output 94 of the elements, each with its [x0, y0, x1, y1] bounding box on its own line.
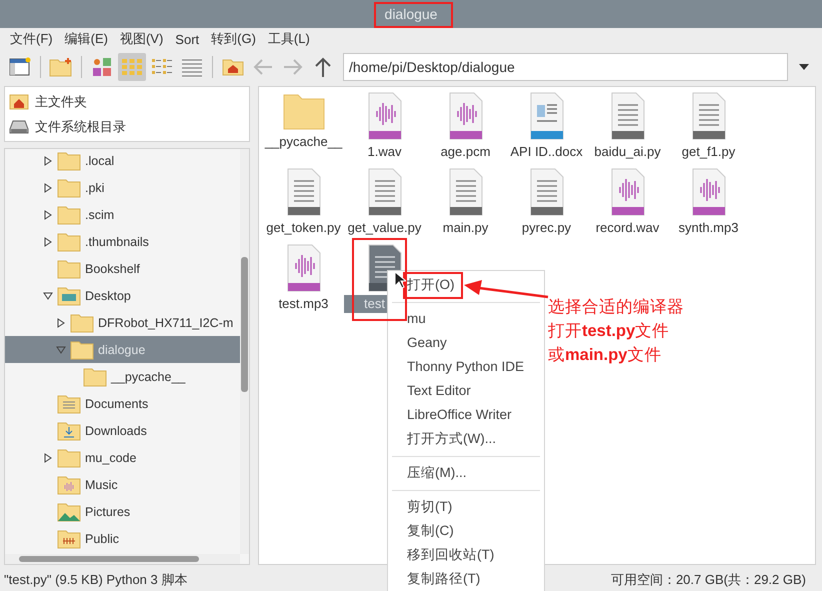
file-item[interactable]: API ID..docx [506, 91, 587, 161]
collapsed-arrow-icon[interactable] [44, 156, 52, 166]
folder-icon [57, 448, 81, 468]
menu-item[interactable]: Sort [169, 32, 206, 46]
context-menu-item[interactable]: Geany [388, 331, 544, 355]
text-file-icon [448, 167, 484, 217]
status-selection-text: "test.py" (9.5 KB) Python 3 脚本 [4, 571, 188, 589]
menu-item[interactable]: 编辑(E) [58, 30, 114, 48]
tree-item[interactable]: Documents [5, 390, 241, 417]
places-item[interactable]: 文件系统根目录 [5, 114, 249, 139]
context-menu-item[interactable]: Thonny Python IDE [388, 355, 544, 379]
text-file-icon [690, 91, 726, 141]
tree-item[interactable]: DFRobot_HX711_I2C-m [5, 309, 241, 336]
menu-item[interactable]: 转到(G) [205, 30, 262, 48]
tree-item[interactable]: .pki [5, 174, 241, 201]
tree-item[interactable]: Bookshelf [5, 255, 241, 282]
forward-arrow-icon [282, 57, 304, 77]
vertical-scrollbar[interactable] [240, 149, 249, 554]
folder-icon [57, 420, 81, 440]
audio-file-icon [448, 91, 484, 141]
folder-icon [57, 474, 81, 494]
tree-item[interactable]: Public [5, 525, 241, 552]
dropdown-caret-icon[interactable] [798, 63, 810, 71]
folder-icon [83, 366, 107, 386]
context-menu-item[interactable]: Text Editor [388, 379, 544, 403]
folder-icon [70, 312, 94, 332]
folder-icon [70, 340, 94, 360]
audio-file-icon [690, 167, 726, 217]
file-item[interactable]: get_token.py [263, 167, 344, 237]
file-item[interactable]: main.py [425, 167, 506, 237]
tree-item[interactable]: Pictures [5, 498, 241, 525]
folder-icon [57, 502, 81, 522]
file-item[interactable]: test.mp3 [263, 243, 344, 313]
file-item[interactable]: record.wav [587, 167, 668, 237]
folder-icon [57, 232, 81, 252]
path-field[interactable]: /home/pi/Desktop/dialogue [343, 53, 788, 81]
annotation-text: 打开test.py文件 [548, 321, 670, 342]
audio-file-icon [286, 243, 322, 293]
file-item[interactable]: 1.wav [344, 91, 425, 161]
drive-icon [9, 118, 29, 134]
collapsed-arrow-icon[interactable] [44, 236, 52, 246]
context-menu-item[interactable]: 打开方式(W)... [388, 427, 544, 451]
context-menu-item[interactable]: 剪切(T) [388, 495, 544, 519]
file-item[interactable]: __pycache__ [263, 91, 344, 153]
folder-icon [57, 528, 81, 548]
context-menu-item[interactable]: 复制(C) [388, 519, 544, 543]
window-title: dialogue [384, 6, 438, 22]
folder-icon [57, 286, 81, 306]
menu-item[interactable]: 文件(F) [4, 30, 59, 48]
collapsed-arrow-icon[interactable] [58, 318, 65, 328]
document-file-icon [528, 91, 564, 141]
collapsed-arrow-icon[interactable] [44, 452, 52, 462]
menu-item[interactable]: 视图(V) [114, 30, 170, 48]
tree-item[interactable]: .local [5, 149, 241, 174]
folder-icon [57, 258, 81, 278]
text-file-icon [610, 91, 646, 141]
file-item[interactable]: get_f1.py [668, 91, 749, 161]
folder-icon [57, 178, 81, 198]
collapsed-arrow-icon[interactable] [44, 210, 52, 220]
file-item[interactable]: get_value.py [344, 167, 425, 237]
context-menu-item[interactable]: 复制路径(T) [388, 567, 544, 591]
file-item[interactable]: synth.mp3 [668, 167, 749, 237]
folder-icon [57, 394, 81, 414]
places-item[interactable]: 主文件夹 [5, 89, 249, 114]
home-folder-icon [9, 94, 29, 110]
context-menu-item[interactable]: LibreOffice Writer [388, 403, 544, 427]
menu-item[interactable]: 工具(L) [262, 30, 316, 48]
tree-item[interactable]: .scim [5, 201, 241, 228]
status-free-space-text: 可用空间：20.7 GB(共：29.2 GB) [610, 571, 806, 589]
file-item[interactable]: pyrec.py [506, 167, 587, 237]
folder-icon [57, 204, 81, 224]
expanded-arrow-icon[interactable] [43, 292, 53, 300]
tree-item[interactable]: Music [5, 471, 241, 498]
tree-item[interactable]: Desktop [5, 282, 241, 309]
annotation-arrow-icon [463, 279, 549, 301]
collapsed-arrow-icon[interactable] [44, 182, 52, 192]
folder-icon [57, 150, 81, 170]
tree-item[interactable]: Downloads [5, 417, 241, 444]
tree-item[interactable]: mu_code [5, 444, 241, 471]
context-menu-item[interactable]: 移到回收站(T) [388, 543, 544, 567]
context-menu-item[interactable]: 压缩(M)... [388, 461, 544, 485]
annotation-text: 或main.py文件 [548, 345, 662, 366]
file-item[interactable]: baidu_ai.py [587, 91, 668, 161]
tree-item[interactable]: __pycache__ [5, 363, 241, 390]
file-item[interactable]: age.pcm [425, 91, 506, 161]
annotation-text: 选择合适的编译器 [548, 297, 684, 318]
audio-file-icon [610, 167, 646, 217]
back-arrow-icon [252, 57, 274, 77]
audio-file-icon [366, 91, 402, 141]
tree-item[interactable]: .thumbnails [5, 228, 241, 255]
text-file-icon [286, 167, 322, 217]
horizontal-scrollbar[interactable] [5, 554, 240, 564]
text-file-icon [366, 167, 402, 217]
text-file-icon [528, 167, 564, 217]
